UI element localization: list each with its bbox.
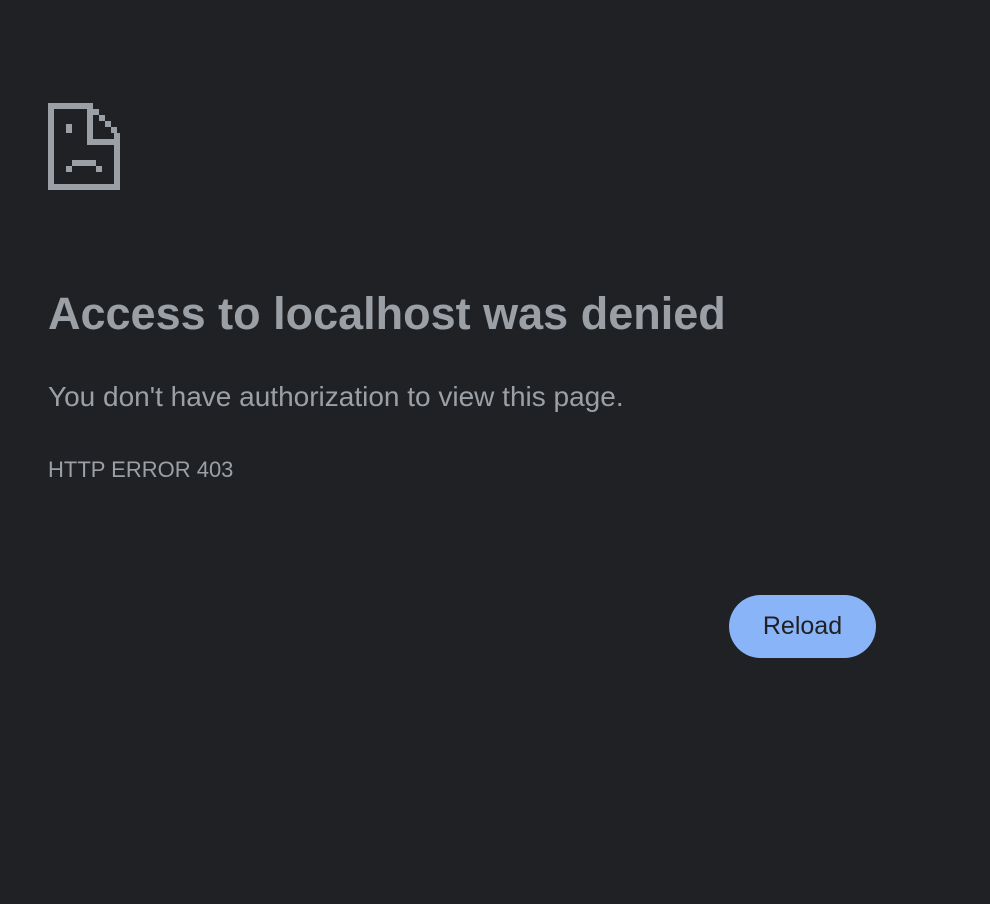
error-page: Access to localhost was denied You don't…: [0, 0, 990, 904]
reload-button[interactable]: Reload: [729, 595, 876, 658]
page-title: Access to localhost was denied: [48, 288, 726, 339]
error-code: HTTP ERROR 403: [48, 457, 234, 482]
sad-document-icon: [48, 103, 120, 190]
error-description: You don't have authorization to view thi…: [48, 381, 624, 412]
